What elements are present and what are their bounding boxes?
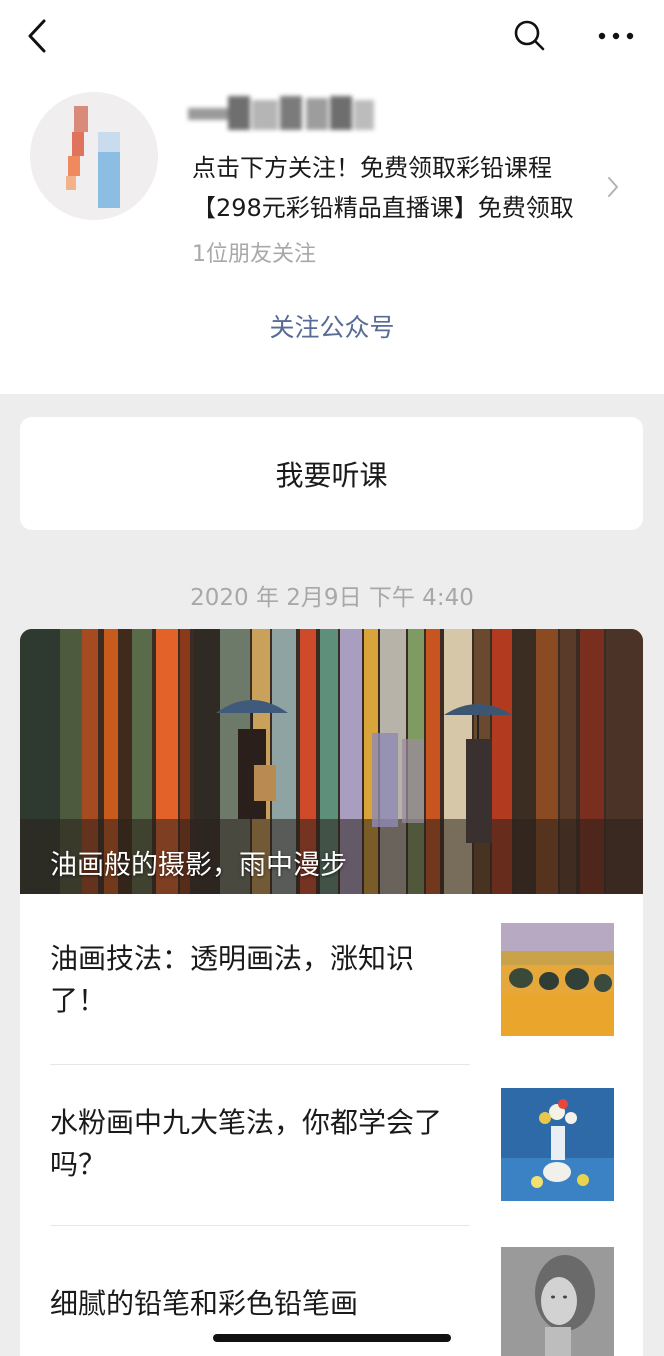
article-thumbnail — [501, 923, 614, 1036]
more-dots-icon[interactable] — [594, 24, 638, 48]
article-item-2[interactable]: 水粉画中九大笔法，你都学会了吗？ — [20, 1064, 643, 1224]
account-name-blurred — [188, 96, 374, 130]
friends-following-count: 1位朋友关注 — [192, 242, 316, 267]
cover-article-title: 油画般的摄影，雨中漫步 — [50, 850, 347, 881]
article-title: 油画技法：透明画法，涨知识了！ — [50, 942, 415, 1017]
search-icon[interactable] — [510, 16, 550, 56]
article-item-1[interactable]: 油画技法：透明画法，涨知识了！ — [20, 894, 643, 1054]
article-thumbnail — [501, 1088, 614, 1201]
description-line-2: 【298元彩铅精品直播课】免费领取 — [192, 194, 574, 222]
message-timestamp: 2020 年 2月9日 下午 4:40 — [190, 585, 474, 611]
article-card: 油画般的摄影，雨中漫步 油画技法：透明画法，涨知识了！ 水粉画中九大笔法，你都学… — [20, 629, 643, 1356]
article-thumbnail — [501, 1247, 614, 1356]
account-avatar[interactable] — [30, 92, 158, 220]
home-indicator[interactable] — [213, 1334, 451, 1342]
chevron-right-icon[interactable] — [604, 174, 622, 200]
follow-account-button[interactable]: 关注公众号 — [0, 308, 664, 344]
account-header: 点击下方关注！免费领取彩铅课程 【298元彩铅精品直播课】免费领取 1位朋友关注… — [0, 0, 664, 394]
cover-article[interactable]: 油画般的摄影，雨中漫步 — [20, 629, 643, 894]
description-line-1: 点击下方关注！免费领取彩铅课程 — [192, 154, 552, 182]
chevron-left-icon[interactable] — [22, 18, 52, 54]
avatar-image — [30, 92, 158, 220]
listen-course-button[interactable]: 我要听课 — [20, 417, 643, 530]
account-description[interactable]: 点击下方关注！免费领取彩铅课程 【298元彩铅精品直播课】免费领取 — [192, 148, 602, 228]
article-title: 水粉画中九大笔法，你都学会了吗？ — [50, 1106, 443, 1181]
article-title: 细腻的铅笔和彩色铅笔画 — [50, 1287, 359, 1320]
